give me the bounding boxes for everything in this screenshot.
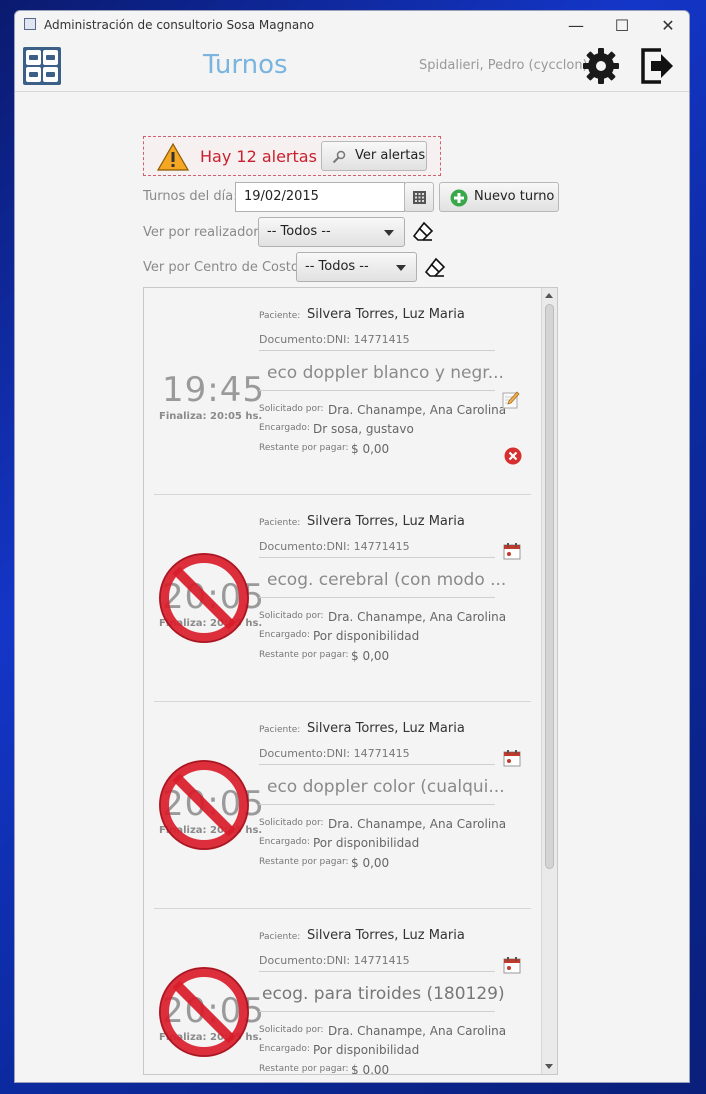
cancelled-icon <box>159 760 249 850</box>
warning-icon <box>157 143 189 171</box>
calendar-picker-button[interactable] <box>404 182 434 212</box>
minimize-button[interactable]: — <box>553 13 599 39</box>
patient-label: Paciente: <box>259 518 301 528</box>
cancelled-icon <box>159 967 249 1057</box>
user-name: Spidalieri, Pedro (cycclon) <box>419 58 588 73</box>
document: Documento:DNI: 14771415 <box>259 954 410 967</box>
realizador-value: -- Todos -- <box>267 224 331 239</box>
realizador-select[interactable]: -- Todos -- <box>258 217 405 247</box>
new-appointment-label: Nuevo turno <box>474 189 555 204</box>
patient-label: Paciente: <box>259 932 301 942</box>
app-window: Administración de consultorio Sosa Magna… <box>14 10 690 1083</box>
balance-value: $ 0,00 <box>351 649 390 663</box>
requested-by-value: Dra. Chanampe, Ana Carolina <box>328 403 507 417</box>
requested-by-label: Solicitado por: <box>259 404 324 414</box>
page-title: Turnos <box>203 50 288 80</box>
balance-label: Restante por pagar: <box>259 857 349 867</box>
app-icon <box>24 18 36 30</box>
document: Documento:DNI: 14771415 <box>259 747 410 760</box>
document: Documento:DNI: 14771415 <box>259 333 410 346</box>
encargado-label: Encargado: <box>259 1044 310 1054</box>
appointment-card[interactable]: 20:05 Finaliza: 20:25 hs. Paciente: Silv… <box>154 702 531 909</box>
patient-label: Paciente: <box>259 725 301 735</box>
encargado-label: Encargado: <box>259 630 310 640</box>
add-icon <box>450 189 468 207</box>
centro-costo-value: -- Todos -- <box>305 259 369 274</box>
edit-icon[interactable] <box>502 391 520 409</box>
appointment-card[interactable]: 19:45 Finaliza: 20:05 hs. Paciente: Silv… <box>154 288 531 495</box>
window-title: Administración de consultorio Sosa Magna… <box>44 18 315 32</box>
study-name: ecog. cerebral (con modo ... <box>267 570 507 590</box>
alert-count: Hay 12 alertas <box>200 147 317 166</box>
encargado-value: Por disponibilidad <box>313 836 420 850</box>
eraser-icon[interactable] <box>412 221 434 241</box>
calendar-icon[interactable] <box>503 542 521 560</box>
patient-name: Silvera Torres, Luz Maria <box>307 307 465 322</box>
delete-icon[interactable] <box>504 447 522 465</box>
encargado-value: Dr sosa, gustavo <box>313 422 414 436</box>
scroll-down-icon[interactable] <box>545 1064 553 1069</box>
scroll-up-icon[interactable] <box>545 293 553 298</box>
date-label: Turnos del día: <box>143 189 238 204</box>
balance-label: Restante por pagar: <box>259 650 349 660</box>
close-button[interactable]: ✕ <box>645 13 689 39</box>
encargado-label: Encargado: <box>259 423 310 433</box>
balance-label: Restante por pagar: <box>259 1064 349 1074</box>
encargado-label: Encargado: <box>259 837 310 847</box>
balance-value: $ 0,00 <box>351 1063 390 1075</box>
realizador-label: Ver por realizador: <box>143 225 263 240</box>
centro-costo-label: Ver por Centro de Costo: <box>143 260 304 275</box>
app-header: Turnos Spidalieri, Pedro (cycclon) <box>15 41 689 92</box>
centro-costo-select[interactable]: -- Todos -- <box>296 252 417 282</box>
alert-banner: Hay 12 alertas Ver alertas <box>143 136 441 176</box>
new-appointment-button[interactable]: Nuevo turno <box>439 182 559 212</box>
logout-icon[interactable] <box>639 44 677 88</box>
chevron-down-icon <box>384 230 394 236</box>
balance-label: Restante por pagar: <box>259 443 349 453</box>
patient-label: Paciente: <box>259 311 301 321</box>
view-alerts-button[interactable]: Ver alertas <box>321 141 427 171</box>
encargado-value: Por disponibilidad <box>313 1043 420 1057</box>
appointment-end-time: Finaliza: 20:05 hs. <box>159 411 263 422</box>
patient-name: Silvera Torres, Luz Maria <box>307 721 465 736</box>
chevron-down-icon <box>396 265 406 271</box>
cancelled-icon <box>159 553 249 643</box>
requested-by-value: Dra. Chanampe, Ana Carolina <box>328 817 507 831</box>
date-input[interactable]: 19/02/2015 <box>235 182 405 212</box>
requested-by-value: Dra. Chanampe, Ana Carolina <box>328 1024 507 1038</box>
appointment-time: 19:45 <box>162 370 265 410</box>
study-name: eco doppler color (cualqui... <box>267 777 505 797</box>
document: Documento:DNI: 14771415 <box>259 540 410 553</box>
view-alerts-label: Ver alertas <box>355 148 426 163</box>
list-scrollbar[interactable] <box>541 288 557 1074</box>
balance-value: $ 0,00 <box>351 442 390 456</box>
encargado-value: Por disponibilidad <box>313 629 420 643</box>
requested-by-value: Dra. Chanampe, Ana Carolina <box>328 610 507 624</box>
patient-name: Silvera Torres, Luz Maria <box>307 928 465 943</box>
scroll-thumb[interactable] <box>545 304 554 869</box>
calendar-icon[interactable] <box>503 956 521 974</box>
patient-name: Silvera Torres, Luz Maria <box>307 514 465 529</box>
requested-by-label: Solicitado por: <box>259 611 324 621</box>
study-name: eco doppler blanco y negr... <box>267 363 504 383</box>
eraser-icon[interactable] <box>424 257 446 277</box>
requested-by-label: Solicitado por: <box>259 1025 324 1035</box>
title-bar[interactable]: Administración de consultorio Sosa Magna… <box>15 11 689 41</box>
calendar-grid-icon <box>413 191 426 204</box>
menu-grid-icon[interactable] <box>23 47 61 85</box>
balance-value: $ 0,00 <box>351 856 390 870</box>
requested-by-label: Solicitado por: <box>259 818 324 828</box>
appointment-card[interactable]: 20:05 Finaliza: 20:25 hs. Paciente: Silv… <box>154 909 531 1075</box>
calendar-icon[interactable] <box>503 749 521 767</box>
maximize-button[interactable]: ☐ <box>599 13 645 39</box>
appointment-list[interactable]: 19:45 Finaliza: 20:05 hs. Paciente: Silv… <box>143 287 558 1075</box>
gear-icon[interactable] <box>581 46 621 86</box>
study-name: ecog. para tiroides (180129) <box>262 984 505 1004</box>
appointment-card[interactable]: 20:05 Finaliza: 20:25 hs. Paciente: Silv… <box>154 495 531 702</box>
search-icon <box>332 150 346 164</box>
